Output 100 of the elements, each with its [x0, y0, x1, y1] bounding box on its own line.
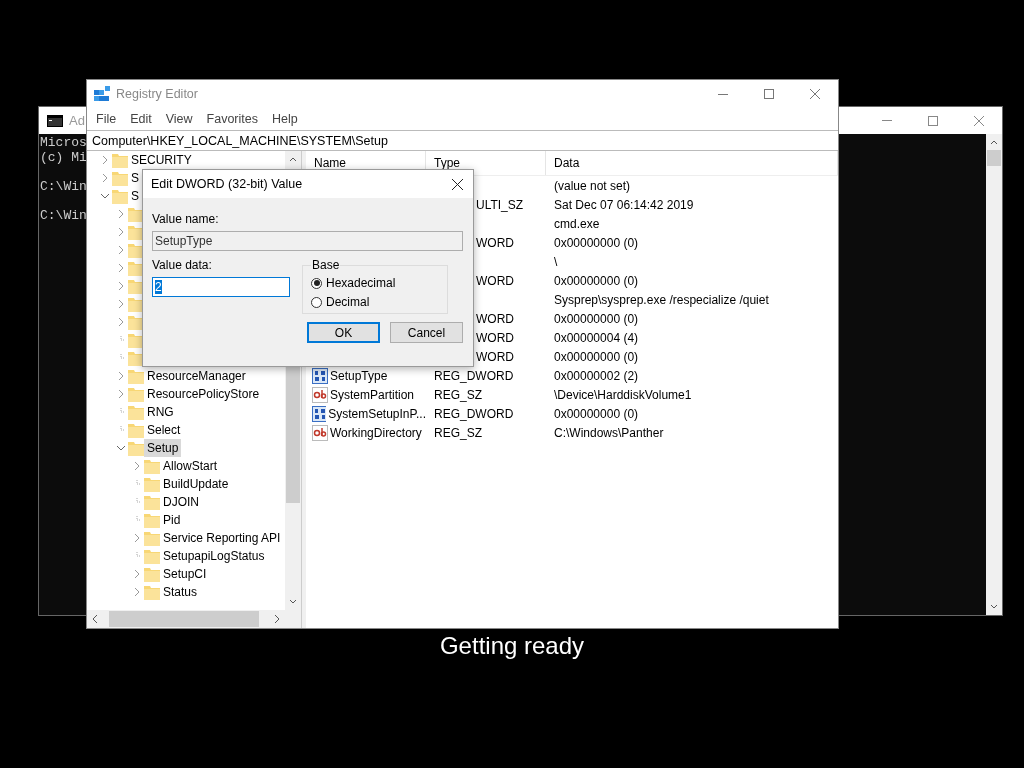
- value-data: 0x00000000 (0): [554, 406, 639, 421]
- menu-item[interactable]: Favorites: [199, 112, 265, 126]
- value-type: WORD: [476, 330, 514, 345]
- value-name[interactable]: SystemSetupInP...: [328, 406, 426, 421]
- scrollbar[interactable]: [986, 134, 1002, 615]
- chevron-right-icon[interactable]: [133, 588, 141, 596]
- menu-item[interactable]: Help: [265, 112, 305, 126]
- folder-icon: [128, 404, 144, 420]
- tree-item[interactable]: Select: [144, 421, 184, 439]
- folder-icon: [144, 530, 160, 546]
- value-data: 0x00000004 (4): [554, 330, 639, 345]
- chevron-right-icon[interactable]: [101, 156, 109, 164]
- chevron-right-icon[interactable]: [117, 318, 125, 326]
- binary-value-icon: [312, 367, 328, 384]
- menu-item[interactable]: Edit: [123, 112, 159, 126]
- radio-label[interactable]: Decimal: [326, 295, 370, 309]
- value-data-field[interactable]: 2: [152, 277, 290, 297]
- maximize-icon: [764, 89, 774, 99]
- menu-item[interactable]: File: [89, 112, 124, 126]
- folder-icon: [144, 566, 160, 582]
- window-title: Ad: [69, 113, 85, 128]
- folder-icon: [144, 494, 160, 510]
- minimize-icon: [718, 93, 728, 95]
- chevron-right-icon[interactable]: [117, 228, 125, 236]
- value-data: \: [554, 254, 558, 269]
- registry-cubes-icon: [94, 86, 110, 102]
- tree-item[interactable]: Pid: [160, 511, 184, 529]
- value-data: Sat Dec 07 06:14:42 2019: [554, 197, 694, 212]
- value-data: C:\Windows\Panther: [554, 425, 664, 440]
- value-data: 0x00000000 (0): [554, 235, 639, 250]
- tree-item[interactable]: BuildUpdate: [160, 475, 232, 493]
- chevron-right-icon[interactable]: [117, 264, 125, 272]
- horizontal-scrollbar[interactable]: [87, 610, 285, 628]
- menu-item[interactable]: View: [158, 112, 200, 126]
- tree-item[interactable]: AllowStart: [160, 457, 221, 475]
- tree-item[interactable]: SetupCI: [160, 565, 210, 583]
- value-type: WORD: [476, 349, 514, 364]
- tree-item[interactable]: Status: [160, 583, 201, 601]
- tree-item[interactable]: S: [128, 187, 142, 205]
- value-type: REG_SZ: [434, 387, 482, 402]
- value-type: WORD: [476, 311, 514, 326]
- string-value-icon: [312, 386, 328, 403]
- value-data: 0x00000000 (0): [554, 311, 639, 326]
- chevron-right-icon[interactable]: [133, 570, 141, 578]
- folder-icon: [112, 152, 128, 168]
- value-name[interactable]: SetupType: [330, 368, 388, 383]
- folder-icon: [144, 548, 160, 564]
- scrollbar-thumb[interactable]: [109, 611, 259, 627]
- value-name[interactable]: WorkingDirectory: [330, 425, 422, 440]
- folder-icon: [128, 440, 144, 456]
- chevron-right-icon[interactable]: [117, 390, 125, 398]
- tree-item[interactable]: Setup: [144, 439, 182, 457]
- chevron-right-icon[interactable]: [133, 462, 141, 470]
- status-caption: Getting ready: [438, 632, 586, 660]
- value-type: REG_DWORD: [434, 406, 514, 421]
- chevron-right-icon[interactable]: [117, 372, 125, 380]
- maximize-icon: [928, 115, 938, 126]
- radio-button[interactable]: [311, 296, 322, 308]
- dialog-title: Edit DWORD (32-bit) Value: [151, 177, 303, 191]
- string-value-icon: [312, 424, 328, 441]
- tree-item[interactable]: SECURITY: [128, 151, 195, 169]
- close-icon: [810, 89, 820, 99]
- chevron-right-icon[interactable]: [117, 282, 125, 290]
- value-data: 0x00000002 (2): [554, 368, 639, 383]
- radio-button[interactable]: [311, 277, 322, 289]
- value-data: \Device\HarddiskVolume1: [554, 387, 692, 402]
- column-header[interactable]: Data: [546, 151, 838, 175]
- tree-item[interactable]: ResourcePolicyStore: [144, 385, 263, 403]
- address-bar[interactable]: Computer\HKEY_LOCAL_MACHINE\SYSTEM\Setup: [87, 130, 838, 151]
- chevron-right-icon[interactable]: [133, 534, 141, 542]
- value-data: 0x00000000 (0): [554, 273, 639, 288]
- tree-item[interactable]: ResourceManager: [144, 367, 249, 385]
- folder-icon: [128, 368, 144, 384]
- close-icon: [974, 115, 984, 126]
- value-type: REG_DWORD: [434, 368, 514, 383]
- minimize-icon: [882, 120, 892, 121]
- scrollbar-thumb[interactable]: [987, 150, 1001, 166]
- console-line: Micros: [40, 136, 87, 151]
- chevron-right-icon[interactable]: [117, 300, 125, 308]
- tree-item[interactable]: DJOIN: [160, 493, 202, 511]
- scroll-left-icon[interactable]: [91, 614, 99, 624]
- value-type: REG_SZ: [434, 425, 482, 440]
- value-name[interactable]: SystemPartition: [330, 387, 415, 402]
- chevron-right-icon[interactable]: [117, 210, 125, 218]
- chevron-right-icon[interactable]: [101, 174, 109, 182]
- scroll-right-icon[interactable]: [273, 614, 281, 624]
- chevron-down-icon[interactable]: [117, 444, 125, 452]
- tree-item[interactable]: SetupapiLogStatus: [160, 547, 268, 565]
- tree-item[interactable]: RNG: [144, 403, 177, 421]
- value-name-field[interactable]: SetupType: [152, 231, 463, 251]
- ok-button[interactable]: OK: [307, 322, 380, 343]
- chevron-right-icon[interactable]: [117, 246, 125, 254]
- value-type: ULTI_SZ: [476, 197, 524, 212]
- tree-item[interactable]: S: [128, 169, 142, 187]
- field-label: Value data:: [152, 258, 213, 272]
- cancel-button[interactable]: Cancel: [390, 322, 463, 343]
- console-line: C:\Win: [40, 208, 87, 223]
- tree-item[interactable]: Service Reporting API: [160, 529, 284, 547]
- chevron-down-icon[interactable]: [101, 192, 109, 200]
- radio-label[interactable]: Hexadecimal: [326, 276, 396, 290]
